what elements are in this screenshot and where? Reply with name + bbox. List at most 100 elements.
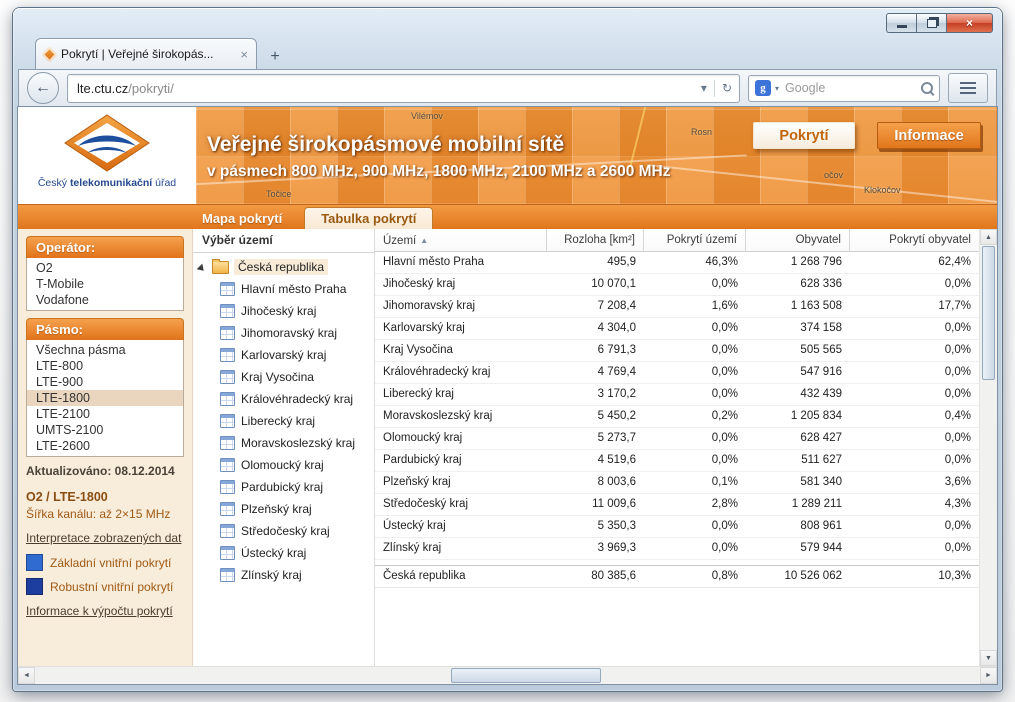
operator-item[interactable]: Vodafone (27, 292, 183, 308)
site-favicon-icon (41, 46, 58, 62)
reload-icon[interactable]: ↻ (715, 81, 739, 95)
table-row[interactable]: Olomoucký kraj 5 273,7 0,0% 628 427 0,0% (375, 428, 979, 450)
table-cell: 0,0% (644, 340, 746, 362)
table-cell: 0,0% (850, 450, 979, 472)
table-row[interactable]: Plzeňský kraj 8 003,6 0,1% 581 340 3,6% (375, 472, 979, 494)
map-place-label: Rosn (691, 127, 713, 137)
table-row[interactable]: Pardubický kraj 4 519,6 0,0% 511 627 0,0% (375, 450, 979, 472)
table-row[interactable]: Hlavní město Praha 495,9 46,3% 1 268 796 62,… (375, 252, 979, 274)
band-item[interactable]: Všechna pásma (27, 342, 183, 358)
tree-item[interactable]: Středočeský kraj (220, 520, 374, 542)
url-domain: lte.ctu.cz (77, 80, 129, 96)
column-header-obyvatel[interactable]: Obyvatel (746, 229, 850, 252)
search-icon[interactable] (921, 82, 933, 94)
scroll-up-button[interactable]: ▲ (980, 229, 997, 245)
tree-item[interactable]: Kraj Vysočina (220, 366, 374, 388)
tree-expand-icon[interactable] (196, 263, 210, 276)
search-engine-dropdown-icon[interactable]: ▾ (775, 84, 779, 93)
band-item[interactable]: LTE-800 (27, 358, 183, 374)
window-controls: × (886, 13, 993, 33)
region-table-icon (220, 524, 235, 538)
minimize-icon (896, 25, 907, 28)
url-bar[interactable]: lte.ctu.cz /pokryti/ ▾ ↻ (67, 73, 740, 103)
operator-header: Operátor: (26, 236, 184, 258)
menu-button[interactable] (948, 73, 988, 103)
tab-tabulka-pokryti[interactable]: Tabulka pokrytí (304, 207, 434, 229)
tree-item[interactable]: Ústecký kraj (220, 542, 374, 564)
search-box[interactable]: g ▾ (748, 74, 940, 102)
table-cell: 5 450,2 (547, 406, 644, 428)
pokryti-button[interactable]: Pokrytí (753, 122, 855, 149)
table-row[interactable]: Ústecký kraj 5 350,3 0,0% 808 961 0,0% (375, 516, 979, 538)
tab-mapa-pokryti[interactable]: Mapa pokrytí (186, 208, 298, 229)
table-row[interactable]: Jihomoravský kraj 7 208,4 1,6% 1 163 508 17,… (375, 296, 979, 318)
table-row[interactable]: Karlovarský kraj 4 304,0 0,0% 374 158 0,0% (375, 318, 979, 340)
column-header-uzemi[interactable]: Území ▲ (375, 229, 547, 252)
operator-item[interactable]: T-Mobile (27, 276, 183, 292)
new-tab-button[interactable]: + (260, 44, 290, 69)
horizontal-scroll-thumb[interactable] (450, 668, 601, 683)
tree-item[interactable]: Olomoucký kraj (220, 454, 374, 476)
tab-close-icon[interactable]: × (240, 48, 248, 61)
table-row[interactable]: Kraj Vysočina 6 791,3 0,0% 505 565 0,0% (375, 340, 979, 362)
table-cell: 8 003,6 (547, 472, 644, 494)
table-row[interactable]: Královéhradecký kraj 4 769,4 0,0% 547 916 0,… (375, 362, 979, 384)
horizontal-scrollbar[interactable]: ◄ ► (18, 666, 997, 684)
band-item[interactable]: LTE-1800 (27, 390, 183, 406)
table-row[interactable]: Zlínský kraj 3 969,3 0,0% 579 944 0,0% (375, 538, 979, 560)
tree-item[interactable]: Jihočeský kraj (220, 300, 374, 322)
close-button[interactable]: × (946, 13, 993, 33)
browser-tab-strip: Pokrytí | Veřejné širokopás... × + (35, 33, 290, 69)
table-cell: 0,0% (850, 428, 979, 450)
table-cell: Královéhradecký kraj (375, 362, 547, 384)
tree-root-item[interactable]: Česká republika (193, 253, 374, 278)
scroll-down-button[interactable]: ▼ (980, 650, 997, 666)
restore-button[interactable] (916, 13, 946, 33)
table-row[interactable]: Moravskoslezský kraj 5 450,2 0,2% 1 205 834… (375, 406, 979, 428)
band-item[interactable]: LTE-2600 (27, 438, 183, 454)
selection-title: O2 / LTE-1800 (26, 490, 108, 504)
summary-coverage-area: 0,8% (644, 566, 746, 588)
table-cell: 0,0% (850, 384, 979, 406)
table-row[interactable]: Jihočeský kraj 10 070,1 0,0% 628 336 0,0% (375, 274, 979, 296)
table-cell: 432 439 (746, 384, 850, 406)
table-row[interactable]: Liberecký kraj 3 170,2 0,0% 432 439 0,0% (375, 384, 979, 406)
horizontal-scroll-track[interactable] (35, 667, 980, 684)
band-item[interactable]: UMTS-2100 (27, 422, 183, 438)
scroll-right-button[interactable]: ► (980, 667, 997, 684)
vertical-scroll-track[interactable] (980, 381, 997, 650)
interpretation-link[interactable]: Interpretace zobrazených dat (26, 531, 184, 545)
tree-item[interactable]: Pardubický kraj (220, 476, 374, 498)
table-cell: 1 289 211 (746, 494, 850, 516)
vertical-scrollbar[interactable]: ▲ ▼ (979, 229, 997, 666)
informace-button[interactable]: Informace (877, 122, 981, 149)
column-header-pokryti-uzemi[interactable]: Pokrytí území (644, 229, 746, 252)
tree-item[interactable]: Plzeňský kraj (220, 498, 374, 520)
tree-item[interactable]: Královéhradecký kraj (220, 388, 374, 410)
band-item[interactable]: LTE-2100 (27, 406, 183, 422)
minimize-button[interactable] (886, 13, 916, 33)
tree-item[interactable]: Karlovarský kraj (220, 344, 374, 366)
table-cell: 3,6% (850, 472, 979, 494)
tree-item[interactable]: Moravskoslezský kraj (220, 432, 374, 454)
tree-item[interactable]: Liberecký kraj (220, 410, 374, 432)
vertical-scroll-thumb[interactable] (982, 246, 995, 380)
table-cell: 1 268 796 (746, 252, 850, 274)
column-header-pokryti-obyvatel[interactable]: Pokrytí obyvatel (850, 229, 979, 252)
table-cell: 511 627 (746, 450, 850, 472)
table-row[interactable]: Středočeský kraj 11 009,6 2,8% 1 289 211 4,3… (375, 494, 979, 516)
table-cell: Jihočeský kraj (375, 274, 547, 296)
url-dropdown-icon[interactable]: ▾ (694, 81, 714, 95)
operator-item[interactable]: O2 (27, 260, 183, 276)
tree-item[interactable]: Jihomoravský kraj (220, 322, 374, 344)
tree-item[interactable]: Hlavní město Praha (220, 278, 374, 300)
column-header-rozloha[interactable]: Rozloha [km²] (547, 229, 644, 252)
scroll-left-button[interactable]: ◄ (18, 667, 35, 684)
search-input[interactable] (783, 80, 917, 96)
browser-tab[interactable]: Pokrytí | Veřejné širokopás... × (35, 38, 257, 69)
back-button[interactable]: ← (27, 72, 59, 104)
tree-item[interactable]: Zlínský kraj (220, 564, 374, 586)
table-cell: 5 350,3 (547, 516, 644, 538)
band-item[interactable]: LTE-900 (27, 374, 183, 390)
calculation-info-link[interactable]: Informace k výpočtu pokrytí (26, 604, 184, 618)
